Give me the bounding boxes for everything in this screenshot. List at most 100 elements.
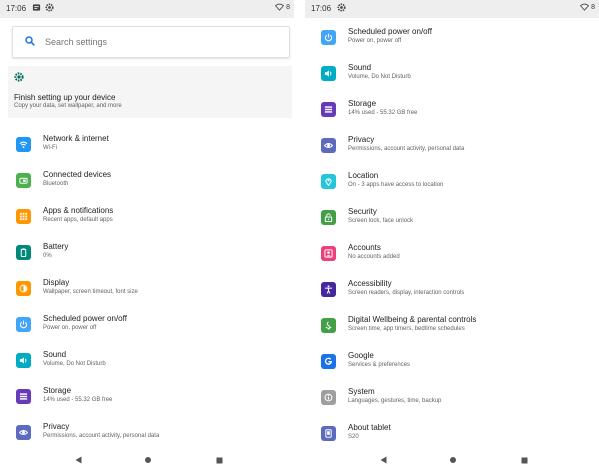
brightness-icon	[16, 281, 31, 296]
navigation-bar	[0, 451, 294, 469]
storage-icon	[16, 389, 31, 404]
wifi-icon	[16, 137, 31, 152]
status-bar: 17:06 8	[305, 0, 599, 18]
status-bar: 17:06 8	[0, 0, 294, 18]
storage-icon	[321, 102, 336, 117]
navigation-bar	[305, 451, 599, 469]
item-subtitle: Wallpaper, screen timeout, font size	[43, 289, 138, 295]
tablet-icon	[321, 426, 336, 441]
item-subtitle: On - 3 apps have access to location	[348, 182, 444, 188]
item-subtitle: Permissions, account activity, personal …	[348, 146, 465, 152]
home-icon[interactable]	[449, 456, 457, 464]
item-title: Scheduled power on/off	[348, 27, 432, 36]
item-title: Sound	[348, 63, 372, 72]
google-icon	[321, 354, 336, 369]
item-subtitle: 0%	[43, 253, 52, 259]
suggestion-title: Finish setting up your device	[14, 93, 116, 102]
item-subtitle: Recent apps, default apps	[43, 217, 113, 223]
item-subtitle: Screen lock, face unlock	[348, 218, 414, 224]
settings-item-about-tablet[interactable]: About tablet S20	[305, 418, 599, 454]
account-icon	[321, 246, 336, 261]
status-time: 17:06	[311, 4, 332, 13]
apps-grid-icon	[16, 209, 31, 224]
settings-item-privacy[interactable]: Privacy Permissions, account activity, p…	[305, 130, 599, 166]
volume-icon	[16, 353, 31, 368]
recent-apps-icon[interactable]	[521, 457, 528, 464]
settings-item-privacy[interactable]: Privacy Permissions, account activity, p…	[0, 417, 294, 453]
item-subtitle: Permissions, account activity, personal …	[43, 433, 160, 439]
wellbeing-icon	[321, 318, 336, 333]
item-title: Google	[348, 351, 374, 360]
settings-item-sound[interactable]: Sound Volume, Do Not Disturb	[0, 345, 294, 381]
power-icon	[16, 317, 31, 332]
item-title: Scheduled power on/off	[43, 314, 127, 323]
item-title: Connected devices	[43, 170, 112, 179]
settings-item-digital-wellbeing[interactable]: Digital Wellbeing & parental controls Sc…	[305, 310, 599, 346]
connected-devices-icon	[16, 173, 31, 188]
privacy-icon	[16, 425, 31, 440]
settings-item-location[interactable]: Location On - 3 apps have access to loca…	[305, 166, 599, 202]
settings-gear-icon	[45, 3, 54, 12]
item-subtitle: 14% used - 55.32 GB free	[348, 110, 418, 116]
privacy-icon	[321, 138, 336, 153]
accessibility-icon	[321, 282, 336, 297]
settings-item-storage[interactable]: Storage 14% used - 55.32 GB free	[0, 381, 294, 417]
item-title: Sound	[43, 350, 67, 359]
settings-item-connected-devices[interactable]: Connected devices Bluetooth	[0, 165, 294, 201]
item-title: Storage	[43, 386, 72, 395]
item-title: Security	[348, 207, 377, 216]
item-subtitle: Bluetooth	[43, 181, 69, 187]
settings-screen-left: 17:06 8 Search settings Finish setting u…	[0, 0, 294, 469]
suggestion-card[interactable]: Finish setting up your device Copy your …	[8, 66, 292, 118]
wifi-signal-icon	[275, 3, 285, 11]
settings-gear-icon	[337, 3, 346, 12]
settings-item-accounts[interactable]: Accounts No accounts added	[305, 238, 599, 274]
item-title: Accessibility	[348, 279, 392, 288]
item-subtitle: Screen readers, display, interaction con…	[348, 290, 465, 296]
volume-icon	[321, 66, 336, 81]
item-subtitle: Wi-Fi	[43, 145, 57, 151]
notification-message-icon	[32, 4, 41, 11]
settings-item-storage[interactable]: Storage 14% used - 55.32 GB free	[305, 94, 599, 130]
search-input[interactable]: Search settings	[12, 26, 290, 58]
item-subtitle: Volume, Do Not Disturb	[348, 74, 411, 80]
location-pin-icon	[321, 174, 336, 189]
settings-item-scheduled-power[interactable]: Scheduled power on/off Power on, power o…	[305, 22, 599, 58]
settings-item-sound[interactable]: Sound Volume, Do Not Disturb	[305, 58, 599, 94]
item-title: About tablet	[348, 423, 391, 432]
settings-item-security[interactable]: Security Screen lock, face unlock	[305, 202, 599, 238]
settings-item-system[interactable]: System Languages, gestures, time, backup	[305, 382, 599, 418]
status-time: 17:06	[6, 4, 27, 13]
item-title: System	[348, 387, 375, 396]
settings-screen-right: 17:06 8 Scheduled power on/off Power on,…	[305, 0, 599, 469]
battery-icon	[16, 245, 31, 260]
recent-apps-icon[interactable]	[216, 457, 223, 464]
settings-item-apps[interactable]: Apps & notifications Recent apps, defaul…	[0, 201, 294, 237]
home-icon[interactable]	[144, 456, 152, 464]
settings-item-battery[interactable]: Battery 0%	[0, 237, 294, 273]
item-title: Accounts	[348, 243, 381, 252]
search-icon	[25, 36, 35, 46]
settings-item-display[interactable]: Display Wallpaper, screen timeout, font …	[0, 273, 294, 309]
settings-item-accessibility[interactable]: Accessibility Screen readers, display, i…	[305, 274, 599, 310]
panel-divider	[294, 0, 305, 469]
item-subtitle: Languages, gestures, time, backup	[348, 398, 442, 404]
item-title: Display	[43, 278, 70, 287]
item-subtitle: Power on, power off	[348, 38, 402, 44]
settings-item-google[interactable]: Google Services & preferences	[305, 346, 599, 382]
item-title: Privacy	[43, 422, 70, 431]
back-icon[interactable]	[380, 456, 387, 464]
wifi-signal-icon	[580, 3, 590, 11]
item-subtitle: Services & preferences	[348, 362, 411, 368]
item-subtitle: Power on, power off	[43, 325, 97, 331]
item-title: Network & internet	[43, 134, 109, 143]
lock-icon	[321, 210, 336, 225]
power-icon	[321, 30, 336, 45]
settings-item-network[interactable]: Network & internet Wi-Fi	[0, 129, 294, 165]
item-subtitle: Screen time, app timers, bedtime schedul…	[348, 326, 465, 332]
settings-item-scheduled-power[interactable]: Scheduled power on/off Power on, power o…	[0, 309, 294, 345]
back-icon[interactable]	[75, 456, 82, 464]
item-title: Battery	[43, 242, 69, 251]
item-title: Apps & notifications	[43, 206, 114, 215]
battery-level: 8	[286, 3, 290, 11]
